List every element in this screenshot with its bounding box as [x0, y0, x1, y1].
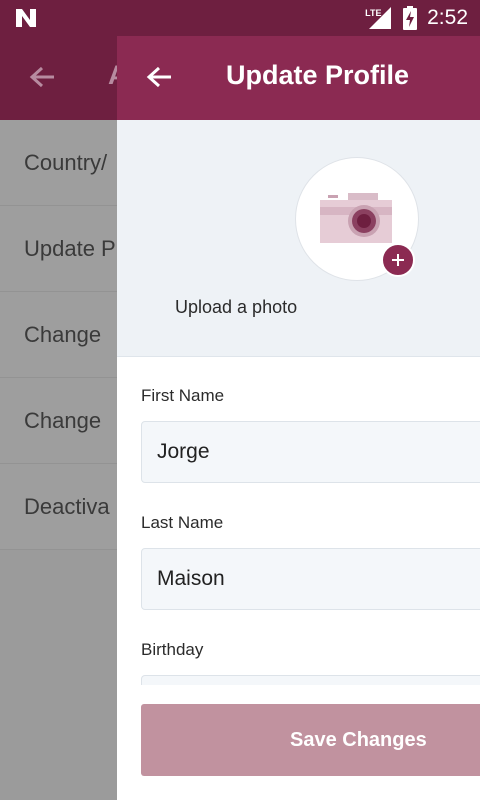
n-logo-icon	[16, 9, 36, 27]
photo-section: Upload a photo	[117, 120, 480, 357]
first-name-label: First Name	[141, 386, 225, 405]
back-arrow-icon[interactable]	[145, 64, 173, 92]
birthday-label: Birthday	[141, 640, 204, 659]
clock: 2:52	[427, 6, 468, 29]
upload-photo-label: Upload a photo	[175, 297, 298, 317]
birthday-field[interactable]	[141, 675, 480, 685]
status-bar: LTE 2:52	[0, 0, 480, 36]
add-photo-button[interactable]	[381, 243, 415, 277]
app-bar: Update Profile	[117, 36, 480, 120]
first-name-field[interactable]	[141, 421, 480, 483]
save-changes-button[interactable]: Save Changes	[141, 704, 480, 776]
back-arrow-icon	[29, 66, 54, 88]
lte-signal-icon: LTE	[365, 4, 393, 32]
last-name-label: Last Name	[141, 513, 224, 532]
battery-charging-icon	[403, 6, 418, 30]
camera-icon	[320, 193, 392, 243]
page-title: Update Profile	[226, 60, 410, 90]
update-profile-panel: Update Profile Upload a photo First Name…	[117, 36, 480, 800]
last-name-field[interactable]	[141, 548, 480, 610]
plus-icon	[392, 254, 404, 266]
